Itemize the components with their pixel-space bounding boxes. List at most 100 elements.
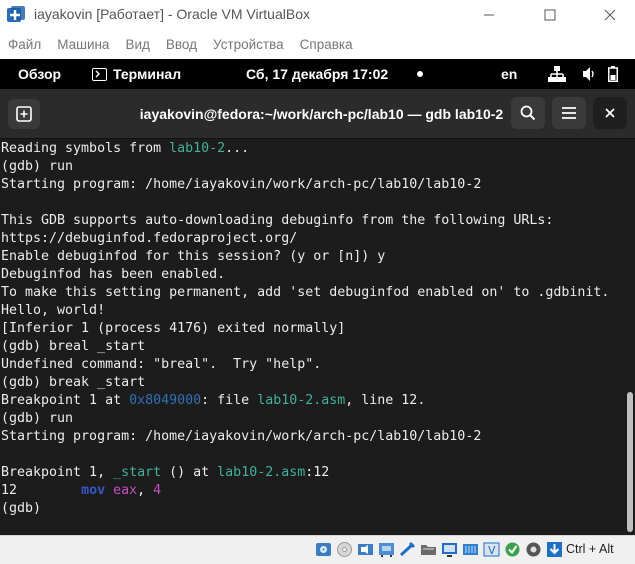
terminal-line: Enable debuginfod for this session? (y o…	[1, 248, 609, 266]
terminal-segment: (gdb)	[1, 501, 50, 516]
window-title: iayakovin [Работает] - Oracle VM Virtual…	[34, 6, 310, 22]
terminal-line: [Inferior 1 (process 4176) exited normal…	[1, 320, 609, 338]
close-button[interactable]	[595, 3, 625, 27]
terminal-segment: Undefined command: "breal". Try "help".	[1, 357, 322, 372]
menu-devices[interactable]: Устройства	[205, 34, 292, 56]
clock[interactable]: Сб, 17 декабря 17:02	[246, 59, 388, 89]
terminal-line: (gdb)	[1, 500, 609, 518]
volume-icon[interactable]	[582, 66, 596, 82]
terminal-segment: , line 12.	[345, 393, 426, 408]
scrollbar-thumb[interactable]	[627, 392, 633, 532]
menu-file[interactable]: Файл	[0, 34, 49, 56]
app-menu-terminal[interactable]: Терминал	[92, 59, 181, 89]
menu-input[interactable]: Ввод	[158, 34, 205, 56]
terminal-segment: Breakpoint 1 at	[1, 393, 130, 408]
close-icon	[604, 9, 616, 21]
terminal-segment: () at	[161, 465, 218, 480]
cpu-icon[interactable]: V	[482, 540, 501, 559]
activities-button[interactable]: Обзор	[6, 59, 73, 89]
terminal-segment: lab10-2	[169, 141, 226, 156]
close-icon	[605, 108, 615, 118]
terminal-segment: lab10-2.asm	[217, 465, 306, 480]
host-key-arrow-icon[interactable]	[545, 540, 564, 559]
battery-icon[interactable]	[608, 66, 618, 82]
terminal-segment: 4	[153, 483, 162, 498]
notification-dot	[417, 71, 423, 77]
display-icon[interactable]	[440, 540, 459, 559]
search-button[interactable]	[511, 97, 545, 129]
hamburger-icon	[562, 107, 576, 119]
mouse-integration-icon[interactable]	[524, 540, 543, 559]
optical-disk-icon[interactable]	[335, 540, 354, 559]
terminal-line: Starting program: /home/iayakovin/work/a…	[1, 176, 609, 194]
terminal-segment: Hello, world!	[1, 303, 106, 318]
usb-icon[interactable]	[398, 540, 417, 559]
terminal-line: Undefined command: "breal". Try "help".	[1, 356, 609, 374]
terminal-line: Breakpoint 1, _start () at lab10-2.asm:1…	[1, 464, 609, 482]
vm-status-bar: V Ctrl + Alt	[0, 535, 635, 564]
hard-disk-icon[interactable]	[314, 540, 333, 559]
terminal-segment	[105, 483, 113, 498]
terminal-line: Hello, world!	[1, 302, 609, 320]
terminal-segment: 12	[1, 483, 82, 498]
terminal-segment: Debuginfod has been enabled.	[1, 267, 226, 282]
terminal-segment: :12	[305, 465, 330, 480]
window-title-bar: iayakovin [Работает] - Oracle VM Virtual…	[0, 0, 635, 30]
terminal-text: Reading symbols from lab10-2... (gdb) run…	[1, 140, 609, 518]
app-menu-label: Терминал	[113, 66, 182, 82]
keyboard-layout[interactable]: en	[501, 59, 517, 89]
terminal-segment: : file	[201, 393, 258, 408]
terminal-segment: ...	[225, 141, 250, 156]
terminal-segment: This GDB supports auto-downloading debug…	[1, 213, 554, 228]
terminal-segment: lab10-2.asm	[257, 393, 346, 408]
terminal-segment: (gdb) breal _start	[1, 339, 146, 354]
terminal-segment: Reading symbols from	[1, 141, 170, 156]
gnome-top-bar: Обзор Терминал Сб, 17 декабря 17:02 en	[0, 59, 635, 89]
maximize-icon	[544, 9, 556, 21]
recording-icon[interactable]	[461, 540, 480, 559]
menu-bar: Файл Машина Вид Ввод Устройства Справка	[0, 34, 361, 56]
terminal-header-bar: iayakovin@fedora:~/work/arch-pc/lab10 — …	[0, 89, 635, 139]
virtualbox-icon	[7, 6, 25, 22]
network-icon[interactable]	[548, 66, 566, 82]
terminal-segment: Starting program: /home/iayakovin/work/a…	[1, 177, 482, 192]
menu-help[interactable]: Справка	[292, 34, 361, 56]
terminal-output[interactable]: Reading symbols from lab10-2... (gdb) run…	[0, 140, 635, 535]
menu-machine[interactable]: Машина	[49, 34, 117, 56]
terminal-segment: To make this setting permanent, add 'set…	[1, 285, 610, 300]
terminal-line: (gdb) breal _start	[1, 338, 609, 356]
terminal-segment: [Inferior 1 (process 4176) exited normal…	[1, 321, 346, 336]
host-key-label: Ctrl + Alt	[566, 542, 614, 556]
terminal-line: (gdb) break _start	[1, 374, 609, 392]
guest-display[interactable]: Обзор Терминал Сб, 17 декабря 17:02 en i…	[0, 59, 635, 535]
menu-button[interactable]	[552, 97, 586, 129]
svg-text:V: V	[488, 544, 496, 557]
maximize-button[interactable]	[535, 3, 565, 27]
terminal-segment: Starting program: /home/iayakovin/work/a…	[1, 429, 482, 444]
terminal-segment: ,	[137, 483, 154, 498]
close-terminal-button[interactable]	[593, 97, 627, 129]
terminal-line: Debuginfod has been enabled.	[1, 266, 609, 284]
guest-additions-icon[interactable]	[503, 540, 522, 559]
terminal-segment: Enable debuginfod for this session? (y o…	[1, 249, 386, 264]
terminal-segment: _start	[113, 465, 162, 480]
terminal-segment: Breakpoint 1,	[1, 465, 114, 480]
terminal-line: Starting program: /home/iayakovin/work/a…	[1, 428, 609, 446]
terminal-line: This GDB supports auto-downloading debug…	[1, 212, 609, 230]
search-icon	[520, 105, 536, 121]
terminal-line: https://debuginfod.fedoraproject.org/	[1, 230, 609, 248]
terminal-line: Reading symbols from lab10-2...	[1, 140, 609, 158]
shared-folders-icon[interactable]	[419, 540, 438, 559]
terminal-icon	[92, 67, 107, 81]
terminal-segment: 0x8049000	[129, 393, 202, 408]
terminal-line: To make this setting permanent, add 'set…	[1, 284, 609, 302]
terminal-line: 12 mov eax, 4	[1, 482, 609, 500]
audio-icon[interactable]	[356, 540, 375, 559]
network-adapter-icon[interactable]	[377, 540, 396, 559]
menu-view[interactable]: Вид	[117, 34, 157, 56]
terminal-segment: eax	[113, 483, 138, 498]
minimize-button[interactable]	[474, 3, 504, 27]
terminal-segment: https://debuginfod.fedoraproject.org/	[1, 231, 298, 246]
